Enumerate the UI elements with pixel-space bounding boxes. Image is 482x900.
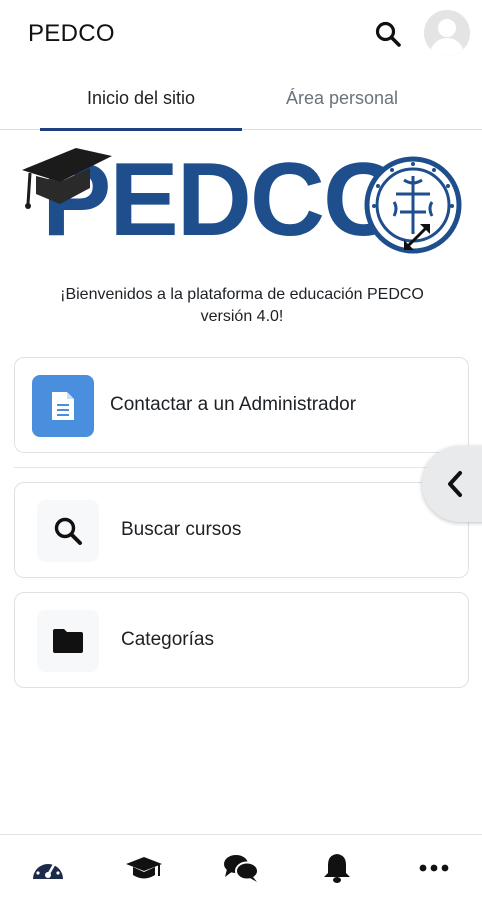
tab-site-home[interactable]: Inicio del sitio	[40, 66, 242, 131]
avatar[interactable]	[424, 10, 470, 56]
expand-icon[interactable]	[400, 220, 434, 254]
categories-label: Categorías	[121, 629, 214, 650]
tab-personal-area[interactable]: Área personal	[242, 66, 442, 130]
welcome-line-2: versión 4.0!	[200, 308, 284, 325]
search-courses-tile	[37, 500, 99, 562]
categories-card[interactable]: Categorías	[14, 592, 469, 688]
welcome-message: ¡Bienvenidos a la plataforma de educació…	[20, 284, 464, 328]
search-icon	[375, 21, 401, 47]
app-header: PEDCO	[0, 0, 482, 64]
search-courses-label: Buscar cursos	[121, 519, 242, 540]
user-avatar-icon	[424, 10, 470, 56]
graduation-cap-icon	[126, 857, 162, 879]
tab-bar: Inicio del sitio Área personal	[0, 66, 482, 131]
bottom-navigation	[0, 834, 482, 900]
folder-icon	[53, 629, 83, 653]
app-title: PEDCO	[28, 20, 115, 47]
notifications-bell-icon	[324, 854, 350, 883]
nav-messages[interactable]	[193, 835, 289, 900]
graduation-cap-icon	[22, 148, 112, 209]
nav-dashboard[interactable]	[0, 835, 96, 900]
chevron-left-icon	[448, 471, 462, 497]
pedco-logo: PEDCO	[20, 140, 464, 260]
nav-more[interactable]	[386, 835, 482, 900]
section-divider	[14, 467, 469, 468]
messages-icon	[224, 855, 259, 882]
welcome-line-1: ¡Bienvenidos a la plataforma de educació…	[60, 286, 424, 303]
contact-admin-label: Contactar a un Administrador	[110, 394, 357, 415]
nav-notifications[interactable]	[289, 835, 385, 900]
contact-admin-tile	[32, 375, 94, 437]
document-icon	[52, 392, 74, 420]
dashboard-gauge-icon	[33, 858, 63, 879]
search-button[interactable]	[370, 16, 406, 52]
search-icon	[54, 517, 82, 545]
nav-courses[interactable]	[96, 835, 192, 900]
more-icon	[419, 864, 449, 872]
contact-admin-card[interactable]: Contactar a un Administrador	[14, 357, 469, 453]
categories-tile	[37, 610, 99, 672]
search-courses-card[interactable]: Buscar cursos	[14, 482, 469, 578]
